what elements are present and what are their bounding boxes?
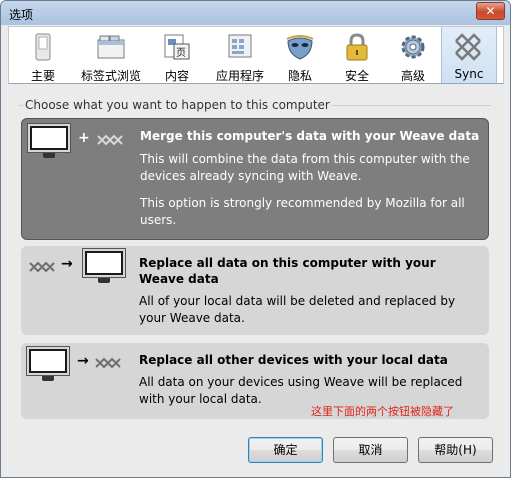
option-recommendation: This option is strongly recommended by M… (140, 196, 465, 227)
tab-content[interactable]: 页 内容 (157, 27, 197, 83)
content-icon: 页 (164, 34, 190, 60)
window-title: 选项 (9, 8, 34, 22)
title-bar[interactable]: 选项 ✕ (1, 1, 510, 25)
ok-button[interactable]: 确定 (248, 437, 323, 463)
tab-label: 应用程序 (215, 69, 264, 83)
svg-text:页: 页 (176, 47, 186, 59)
close-icon: ✕ (485, 4, 496, 18)
option-merge[interactable]: + Merge this computer's data with your W… (21, 118, 489, 240)
gear-icon (401, 35, 425, 59)
close-button[interactable]: ✕ (476, 2, 505, 20)
option-description: This will combine the data from this com… (140, 152, 470, 183)
help-button[interactable]: 帮助(H) (418, 437, 493, 463)
padlock-icon (346, 33, 368, 61)
weave-icon (95, 357, 121, 369)
computer-icon (83, 249, 125, 283)
switch-icon (35, 33, 51, 61)
option-title: Merge this computer's data with your Wea… (140, 129, 480, 143)
computer-icon (27, 347, 69, 381)
option-description: All of your local data will be deleted a… (139, 294, 456, 325)
tab-label: 内容 (164, 69, 189, 83)
tab-label: 标签式浏览 (80, 69, 141, 83)
weave-icon (29, 261, 55, 273)
group-label: Choose what you want to happen to this c… (23, 98, 332, 112)
tab-applications[interactable]: 应用程序 (211, 27, 269, 83)
applications-icon (228, 34, 252, 58)
arrow-right-icon: → (61, 256, 73, 272)
tab-privacy[interactable]: 隐私 (279, 27, 321, 83)
tab-label: 隐私 (287, 69, 312, 83)
tab-advanced[interactable]: 高级 (391, 27, 435, 83)
cancel-button[interactable]: 取消 (333, 437, 408, 463)
plus-icon: + (78, 130, 90, 146)
tab-tabbed-browsing[interactable]: 标签式浏览 (77, 27, 145, 83)
tab-label: 安全 (344, 69, 369, 83)
option-title: Replace all other devices with your loca… (139, 353, 448, 367)
tab-main[interactable]: 主要 (22, 27, 64, 83)
arrow-right-icon: → (77, 353, 89, 369)
tabs-window-icon (97, 35, 125, 59)
option-replace-local[interactable]: → Replace all data on this computer with… (21, 246, 489, 335)
tab-label: 高级 (400, 69, 425, 83)
tab-label: Sync (454, 67, 484, 81)
annotation-note: 这里下面的两个按钮被隐藏了 (311, 405, 454, 418)
computer-icon (28, 124, 70, 158)
options-dialog: 选项 ✕ 主要 标签式浏览 页 内容 应用程序 隐私 安全 高级 Sync Ch… (0, 0, 511, 478)
tab-security[interactable]: 安全 (335, 27, 379, 83)
tab-sync[interactable]: Sync (441, 27, 497, 83)
preferences-toolbar: 主要 标签式浏览 页 内容 应用程序 隐私 安全 高级 Sync (8, 26, 504, 84)
privacy-mask-icon (286, 35, 314, 60)
option-title: Replace all data on this computer with y… (139, 256, 436, 286)
tab-label: 主要 (30, 69, 55, 83)
weave-sync-icon (455, 33, 481, 61)
weave-icon (97, 134, 123, 146)
